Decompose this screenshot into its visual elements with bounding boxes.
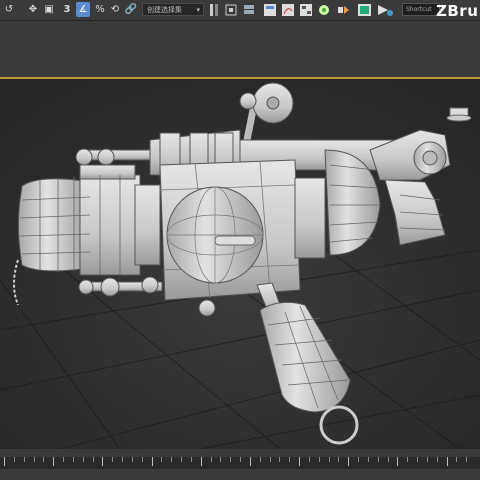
timeline-tick	[43, 457, 45, 462]
scene-explorer-icon[interactable]	[264, 4, 276, 16]
timeline-tick	[289, 457, 291, 462]
perspective-viewport[interactable]	[0, 79, 480, 449]
angle-snap-button[interactable]: ∡	[76, 2, 90, 17]
timeline-tick	[190, 457, 192, 462]
select-object-icon[interactable]: ▣	[42, 2, 56, 17]
timeline-tick	[13, 457, 15, 462]
snap-toggle-button[interactable]: 3	[60, 2, 74, 17]
chevron-down-icon: ▾	[196, 6, 200, 14]
timeline-tick	[230, 457, 232, 462]
timeline-tick	[92, 457, 94, 462]
timeline-tick	[171, 457, 173, 462]
selection-set-dropdown[interactable]: 创建选择集 ▾	[142, 3, 204, 16]
schematic-icon[interactable]	[300, 4, 312, 16]
render-frame-icon[interactable]	[358, 4, 371, 16]
timeline-tick	[240, 457, 241, 462]
timeline-tick	[466, 457, 468, 462]
timeline-tick	[102, 457, 104, 466]
timeline-tick	[131, 457, 133, 462]
timeline-tick	[210, 457, 212, 462]
timeline-tick	[181, 457, 182, 462]
timeline-tick	[387, 457, 389, 462]
timeline-tick	[53, 457, 55, 466]
render-setup-icon[interactable]	[338, 6, 349, 14]
timeline-tick	[426, 457, 428, 462]
timeline-tick	[259, 457, 261, 462]
timeline-tick	[367, 457, 369, 462]
timeline-tick	[279, 457, 281, 462]
timeline-tick	[151, 457, 153, 466]
blaster-wireframe-model	[0, 79, 480, 449]
timeline-tick	[112, 457, 114, 462]
timeline-tick	[446, 457, 448, 466]
timeline-tick	[338, 457, 340, 462]
percent-snap-button[interactable]: %	[93, 2, 107, 17]
command-ribbon	[0, 21, 480, 77]
timeline-tick	[82, 457, 84, 462]
timeline-tick	[358, 457, 359, 462]
mirror-icon[interactable]	[210, 4, 218, 16]
timeline-tick	[33, 457, 35, 462]
timeline-tick	[417, 457, 418, 462]
link-icon[interactable]: 🔗	[124, 2, 138, 17]
timeline-tick	[318, 457, 320, 462]
timeline-tick	[23, 457, 25, 462]
toolbar-icon-strip	[210, 4, 393, 16]
selection-set-value: 创建选择集	[147, 6, 182, 14]
render-icon[interactable]	[378, 5, 393, 16]
timeline-tick	[161, 457, 163, 462]
timeline-tick	[308, 457, 310, 462]
timeline-tick	[299, 457, 300, 466]
timeline-tick	[456, 457, 458, 462]
align-icon[interactable]	[225, 4, 237, 16]
timeline-tick	[377, 457, 379, 462]
spinner-snap-button[interactable]: ⟲	[108, 2, 122, 17]
main-toolbar: ↺ ✥ ▣ 3 ∡ % ⟲ 🔗 创建选择集 ▾ Shortcut ZBru	[0, 0, 480, 21]
timeline-tick	[407, 457, 409, 462]
timeline-tick	[328, 457, 330, 462]
timeline-tick	[269, 457, 271, 462]
material-editor-icon[interactable]	[319, 5, 329, 15]
timeline-tick	[72, 457, 74, 462]
timeline-tick	[220, 457, 222, 462]
zbrush-watermark: ZBru	[436, 2, 479, 20]
timeline-tick	[4, 457, 5, 466]
layer-icon[interactable]	[244, 5, 254, 14]
timeline-tick	[249, 457, 251, 466]
timeline-tick	[122, 457, 123, 462]
timeline-tick	[63, 457, 64, 462]
shortcut-search-input[interactable]: Shortcut	[402, 3, 440, 16]
timeline-tick	[348, 457, 350, 466]
move-icon[interactable]: ✥	[26, 2, 40, 17]
timeline-tick	[141, 457, 143, 462]
timeline-tick	[200, 457, 202, 466]
timeline-tick	[397, 457, 399, 466]
undo-icon[interactable]: ↺	[2, 2, 16, 17]
timeline-tick	[436, 457, 438, 462]
timeline-bar[interactable]	[0, 449, 480, 480]
curve-editor-icon[interactable]	[282, 4, 294, 16]
